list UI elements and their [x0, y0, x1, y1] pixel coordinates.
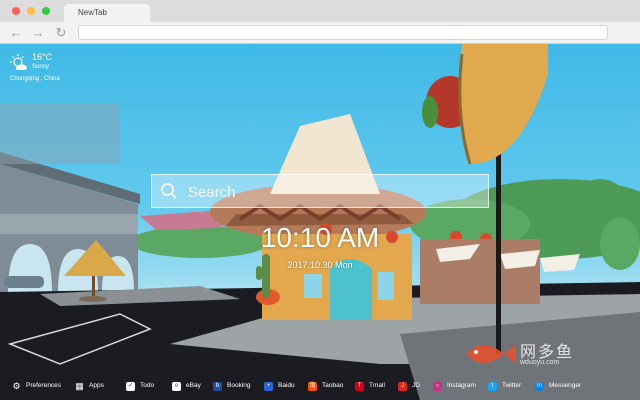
todo-button[interactable]: ✓ Todo [126, 380, 154, 392]
maximize-window-button[interactable] [42, 7, 50, 15]
checkbox-icon: ✓ [126, 381, 135, 391]
tab-newtab[interactable]: NewTab [64, 4, 150, 22]
weather-condition: Sunny [32, 64, 50, 70]
baidu-link[interactable]: • Baidu [264, 380, 295, 392]
search-input[interactable] [186, 179, 480, 205]
booking-icon: b [213, 381, 222, 391]
weather-location: Chongqing , China [10, 76, 60, 82]
close-window-button[interactable] [12, 7, 20, 15]
clock-time: 10:10 AM [260, 222, 380, 253]
taobao-link[interactable]: 淘 Taobao [308, 380, 343, 392]
temperature-text: 16°C [32, 52, 53, 62]
tab-bar: NewTab [0, 0, 640, 22]
back-arrow-icon[interactable]: ← [8, 25, 24, 41]
jd-link[interactable]: J JD [398, 380, 420, 392]
address-bar[interactable] [78, 25, 608, 40]
instagram-link[interactable]: ○ Instagram [433, 380, 476, 392]
apps-button[interactable]: ▦ Apps [75, 380, 104, 392]
grid-icon: ▦ [75, 380, 84, 391]
preferences-button[interactable]: ⚙ Preferences [12, 380, 61, 392]
instagram-icon: ○ [433, 381, 442, 391]
gear-icon: ⚙ [12, 380, 21, 391]
tmall-icon: T [355, 381, 364, 391]
partly-sunny-icon [10, 54, 27, 70]
weather-widget[interactable]: 16°C Sunny Chongqing , China [10, 52, 100, 92]
search-icon[interactable] [160, 182, 178, 200]
jd-icon: J [398, 381, 407, 391]
messenger-icon: m [535, 381, 544, 391]
ebay-link[interactable]: e eBay [172, 380, 201, 392]
messenger-link[interactable]: m Messenger [535, 380, 581, 392]
booking-link[interactable]: b Booking [213, 380, 251, 392]
minimize-window-button[interactable] [27, 7, 35, 15]
new-tab-page: 16°C Sunny Chongqing , China 10:10 AM 20… [0, 44, 640, 400]
baidu-icon: • [264, 381, 273, 391]
forward-arrow-icon[interactable]: → [30, 25, 46, 41]
twitter-link[interactable]: t Twitter [488, 380, 521, 392]
taobao-icon: 淘 [308, 381, 317, 391]
browser-toolbar: ← → ↻ [0, 22, 640, 44]
reload-icon[interactable]: ↻ [53, 25, 69, 41]
search-box[interactable] [151, 174, 489, 208]
tmall-link[interactable]: T Tmall [355, 380, 385, 392]
ebay-icon: e [172, 381, 181, 391]
twitter-icon: t [488, 381, 497, 391]
bottom-shortcut-bar: ⚙ Preferences ▦ Apps ✓ Todo e eBay b Booking … [0, 372, 640, 400]
clock-date: 2017.10.30 Mon [287, 260, 353, 270]
watermark-subtext: wduoyu.com [520, 359, 560, 366]
